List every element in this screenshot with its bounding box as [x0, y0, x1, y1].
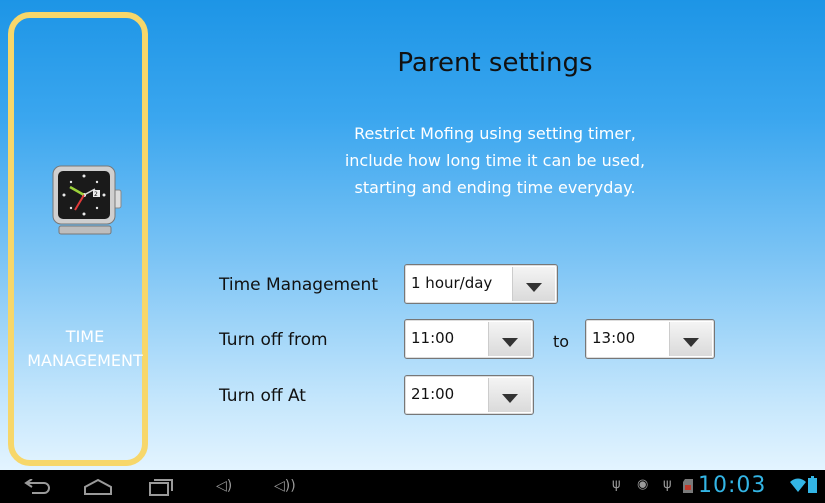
- turn-off-at-value: 21:00: [411, 385, 455, 403]
- to-label: to: [553, 332, 570, 351]
- turn-off-from-value: 11:00: [411, 329, 455, 347]
- usb-icon: ψ: [612, 477, 621, 492]
- clock-icon: 2: [52, 165, 122, 235]
- recent-apps-icon[interactable]: [148, 478, 174, 496]
- page-description: Restrict Mofing using setting timer, inc…: [300, 120, 690, 201]
- dropdown-button[interactable]: [488, 378, 531, 412]
- volume-up-icon[interactable]: ◁)): [274, 476, 296, 496]
- app-screen: 2 TIME MANAGEMENT Parent settings Restri…: [0, 0, 825, 470]
- turn-off-to-select[interactable]: 13:00: [585, 319, 715, 359]
- turn-off-at-select[interactable]: 21:00: [404, 375, 534, 415]
- back-icon[interactable]: [24, 479, 52, 495]
- turn-off-from-label: Turn off from: [219, 330, 328, 350]
- page-title: Parent settings: [397, 48, 593, 78]
- sidebar-item-time-management[interactable]: 2 TIME MANAGEMENT: [8, 12, 148, 466]
- system-navigation-bar: ◁) ◁)) ψ ◉ ψ 10:03: [0, 470, 825, 503]
- time-management-label: Time Management: [219, 275, 378, 295]
- chevron-down-icon: [502, 338, 518, 347]
- dropdown-button[interactable]: [488, 322, 531, 356]
- dropdown-button[interactable]: [512, 267, 555, 301]
- sidebar-item-label-line2: MANAGEMENT: [27, 351, 143, 370]
- description-line: include how long time it can be used,: [344, 151, 646, 170]
- chevron-down-icon: [526, 283, 542, 292]
- turn-off-at-label: Turn off At: [219, 386, 306, 406]
- time-management-value: 1 hour/day: [411, 274, 493, 292]
- svg-text:2: 2: [94, 191, 98, 198]
- turn-off-to-value: 13:00: [592, 329, 636, 347]
- turn-off-from-select[interactable]: 11:00: [404, 319, 534, 359]
- description-line: starting and ending time everyday.: [354, 178, 636, 197]
- wifi-icon: [790, 478, 806, 492]
- time-management-select[interactable]: 1 hour/day: [404, 264, 558, 304]
- dropdown-button[interactable]: [669, 322, 712, 356]
- home-icon[interactable]: [83, 478, 113, 496]
- battery-icon: [808, 476, 817, 493]
- chevron-down-icon: [683, 338, 699, 347]
- sd-card-icon: [683, 479, 693, 493]
- chevron-down-icon: [502, 394, 518, 403]
- volume-down-icon[interactable]: ◁): [216, 476, 232, 496]
- description-line: Restrict Mofing using setting timer,: [354, 124, 636, 143]
- android-debug-icon: ◉: [637, 477, 649, 492]
- sidebar-item-label-line1: TIME: [65, 327, 105, 346]
- usb-icon: ψ: [663, 477, 672, 492]
- status-clock: 10:03: [698, 473, 767, 498]
